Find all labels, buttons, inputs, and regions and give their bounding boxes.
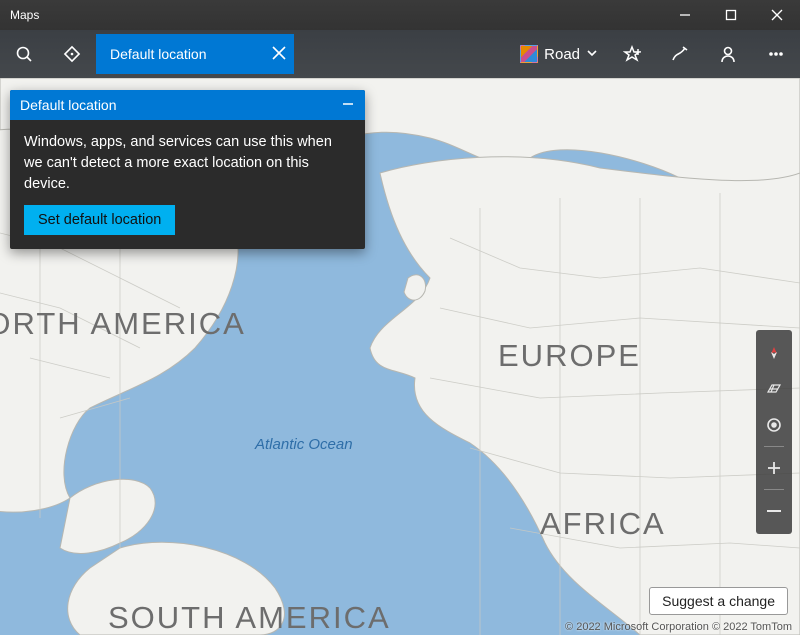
ink-icon[interactable] <box>656 30 704 78</box>
map-view-selector[interactable]: Road <box>510 30 608 78</box>
search-label: Default location <box>110 46 272 62</box>
compass-icon[interactable] <box>756 336 792 370</box>
label-south-america: SOUTH AMERICA <box>108 600 391 635</box>
maximize-button[interactable] <box>708 0 754 30</box>
card-description: Windows, apps, and services can use this… <box>24 132 351 195</box>
window-title: Maps <box>10 8 39 22</box>
copyright-text: © 2022 Microsoft Corporation © 2022 TomT… <box>565 621 792 633</box>
chevron-down-icon <box>586 46 598 63</box>
favorites-icon[interactable] <box>608 30 656 78</box>
label-africa: AFRICA <box>540 506 666 542</box>
set-default-location-button[interactable]: Set default location <box>24 205 175 235</box>
minimize-button[interactable] <box>662 0 708 30</box>
titlebar: Maps <box>0 0 800 30</box>
close-button[interactable] <box>754 0 800 30</box>
toolbar: Default location Road <box>0 30 800 78</box>
card-collapse-icon[interactable] <box>341 97 355 114</box>
card-body: Windows, apps, and services can use this… <box>10 120 365 249</box>
zoom-in-button[interactable] <box>756 451 792 485</box>
more-icon[interactable] <box>752 30 800 78</box>
map-view-label: Road <box>544 46 580 63</box>
clear-search-icon[interactable] <box>272 46 286 63</box>
card-title: Default location <box>20 97 117 113</box>
zoom-out-button[interactable] <box>756 494 792 528</box>
label-atlantic: Atlantic Ocean <box>255 436 353 453</box>
locate-me-icon[interactable] <box>756 408 792 442</box>
search-icon[interactable] <box>0 30 48 78</box>
label-europe: EUROPE <box>498 338 641 374</box>
tilt-icon[interactable] <box>756 372 792 406</box>
directions-icon[interactable] <box>48 30 96 78</box>
label-north-america: NORTH AMERICA <box>0 306 246 342</box>
account-icon[interactable] <box>704 30 752 78</box>
suggest-change-button[interactable]: Suggest a change <box>649 587 788 615</box>
map-style-swatch-icon <box>520 45 538 63</box>
card-header: Default location <box>10 90 365 120</box>
default-location-card: Default location Windows, apps, and serv… <box>10 90 365 249</box>
search-field[interactable]: Default location <box>96 34 294 74</box>
map-controls <box>756 330 792 534</box>
